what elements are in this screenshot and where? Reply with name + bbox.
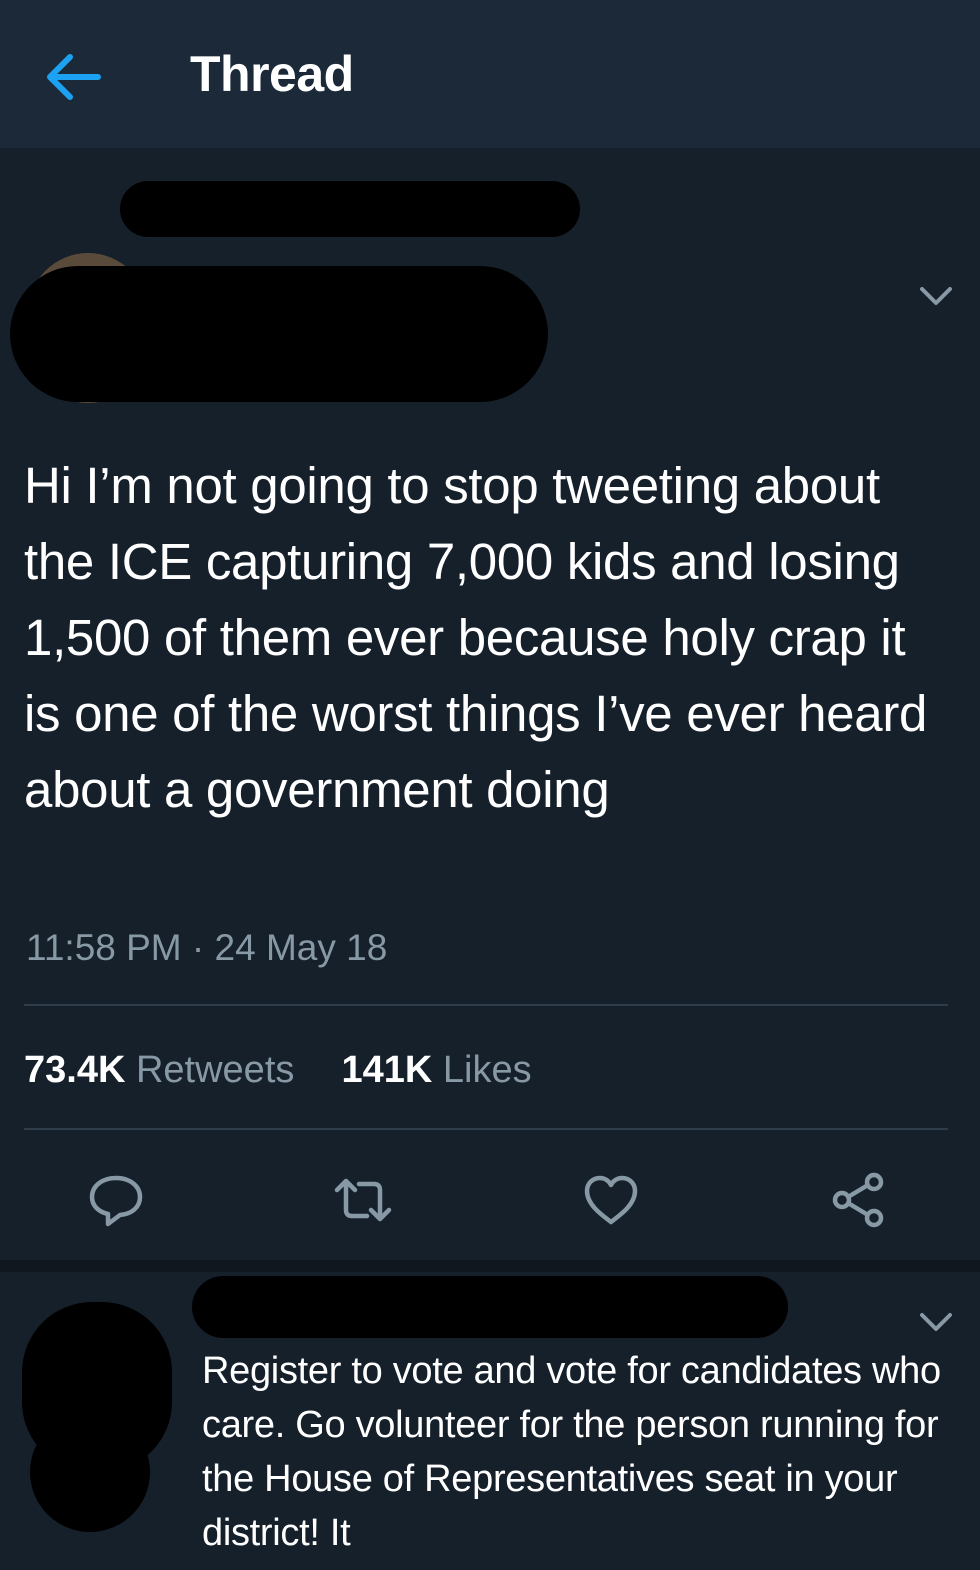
section-separator [0, 1260, 980, 1272]
timestamp-separator: · [191, 927, 205, 968]
reply-button[interactable] [86, 1170, 146, 1230]
retweet-button[interactable] [333, 1170, 393, 1230]
retweets-count: 73.4K [24, 1049, 126, 1091]
likes-count: 141K [341, 1049, 433, 1091]
tweet-timestamp: 11:58 PM · 24 May 18 [26, 926, 387, 970]
like-icon [584, 1175, 638, 1225]
divider [24, 1128, 948, 1130]
page-title: Thread [190, 46, 354, 102]
thread-header: Thread [0, 0, 980, 148]
redacted-username [192, 1276, 788, 1338]
tweet-text: Hi I’m not going to stop tweeting about … [24, 457, 928, 818]
share-icon [832, 1172, 884, 1228]
share-button[interactable] [828, 1170, 888, 1230]
main-tweet: Hi I’m not going to stop tweeting about … [0, 148, 980, 1260]
arrow-left-icon [47, 54, 101, 100]
chevron-down-icon[interactable] [918, 1310, 954, 1334]
reply-tweet[interactable]: Register to vote and vote for candidates… [0, 1272, 980, 1570]
likes-link[interactable]: 141K Likes [342, 1049, 532, 1091]
back-button[interactable] [40, 44, 106, 110]
tweet-stats: 73.4K Retweets 141K Likes [24, 1046, 532, 1094]
reply-text: Register to vote and vote for candidates… [202, 1350, 941, 1554]
retweets-link[interactable]: 73.4K Retweets [24, 1049, 305, 1091]
likes-label: Likes [442, 1049, 532, 1091]
retweet-icon [334, 1178, 392, 1222]
tweet-date: 24 May 18 [214, 927, 388, 968]
divider [24, 1004, 948, 1006]
retweets-label: Retweets [135, 1049, 295, 1091]
like-button[interactable] [581, 1170, 641, 1230]
redacted-avatar [30, 1412, 150, 1532]
redacted-author-name [10, 266, 548, 402]
reply-icon [89, 1175, 143, 1227]
chevron-down-icon[interactable] [918, 284, 954, 308]
tweet-time: 11:58 PM [26, 927, 182, 968]
redacted-context [120, 181, 580, 237]
